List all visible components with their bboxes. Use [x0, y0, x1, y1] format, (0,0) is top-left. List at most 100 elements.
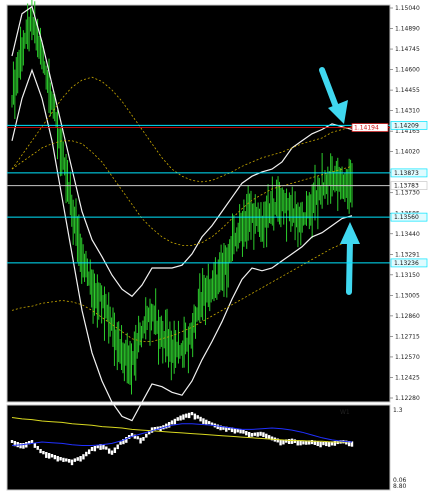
- indicator-footer: 8.80: [393, 483, 407, 490]
- indicator-bar: [139, 437, 142, 444]
- price-axis-label: 1.14745: [395, 46, 420, 53]
- level-tag-label: 1.14194: [354, 125, 379, 132]
- indicator-bar: [202, 418, 205, 424]
- indicator-bar: [145, 433, 148, 438]
- indicator-bar: [56, 456, 59, 462]
- indicator-bar: [176, 417, 179, 421]
- level-tag-label: 1.13560: [394, 214, 419, 221]
- indicator-bar: [36, 446, 39, 450]
- indicator-bar: [70, 459, 74, 466]
- price-axis-label: 1.14890: [395, 26, 420, 33]
- price-axis-label: 1.12715: [395, 333, 420, 340]
- indicator-bar: [85, 451, 88, 457]
- indicator-bar: [167, 422, 171, 428]
- indicator-bar: [67, 459, 71, 463]
- indicator-bar: [42, 451, 45, 455]
- price-axis-label: 1.12425: [395, 374, 420, 381]
- indicator-bar: [287, 439, 291, 444]
- indicator-bar: [110, 450, 114, 455]
- price-axis-label: 1.14600: [395, 67, 420, 74]
- price-axis-label: 1.12860: [395, 313, 420, 320]
- indicator-bar: [79, 456, 82, 462]
- indicator-bar: [102, 444, 105, 450]
- indicator-bar: [59, 457, 62, 461]
- indicator-bar: [325, 441, 328, 447]
- indicator-bar: [142, 437, 145, 441]
- level-tag-label: 1.13873: [394, 170, 419, 177]
- indicator-bar: [199, 416, 202, 422]
- indicator-label: W1: [340, 409, 350, 416]
- indicator-bar: [45, 452, 48, 458]
- indicator-bar: [76, 457, 79, 461]
- indicator-bar: [247, 432, 251, 438]
- price-axis-label: 1.13440: [395, 231, 420, 238]
- indicator-bar: [262, 432, 265, 438]
- indicator-bar: [259, 431, 262, 436]
- indicator-bar: [270, 436, 274, 441]
- indicator-bar: [107, 448, 111, 454]
- indicator-bar: [299, 441, 302, 446]
- price-axis-label: 1.15040: [395, 5, 420, 12]
- indicator-bar: [316, 441, 319, 447]
- indicator-bar: [119, 441, 122, 445]
- indicator-axis: 1.30.06: [393, 407, 407, 484]
- indicator-bar: [196, 415, 199, 419]
- indicator-bar: [87, 449, 91, 455]
- indicator-bar: [125, 437, 128, 443]
- indicator-bar: [205, 419, 208, 425]
- indicator-bar: [65, 458, 68, 462]
- price-axis-label: 1.12280: [395, 395, 420, 402]
- price-axis-label: 1.14455: [395, 87, 420, 94]
- indicator-bar: [179, 415, 182, 421]
- indicator-bar: [190, 412, 194, 416]
- indicator-bar: [250, 433, 254, 437]
- price-axis-label: 1.13291: [395, 251, 420, 258]
- indicator-bar: [187, 412, 191, 419]
- indicator-axis-label: 1.3: [393, 407, 403, 414]
- indicator-bar: [113, 447, 117, 453]
- indicator-bar: [47, 453, 51, 459]
- indicator-bar: [319, 441, 322, 448]
- indicator-bar: [239, 429, 242, 434]
- indicator-bar: [265, 433, 268, 439]
- arrow-up: [346, 237, 353, 295]
- indicator-bar: [105, 446, 108, 450]
- indicator-bar: [182, 414, 185, 420]
- indicator-bar: [185, 413, 188, 418]
- level-tag-label: 1.13236: [394, 260, 419, 267]
- indicator-bar: [173, 418, 177, 425]
- indicator-bar: [310, 440, 314, 445]
- indicator-bar: [62, 457, 65, 462]
- indicator-bar: [30, 440, 34, 444]
- indicator-bar: [253, 432, 257, 436]
- indicator-bar: [165, 423, 168, 429]
- indicator-bar: [207, 421, 211, 425]
- indicator-bar: [327, 441, 331, 447]
- indicator-bar: [116, 444, 119, 450]
- chart-container: 1.15040 1.14890 1.14745 1.14600 1.14455 1.143…: [0, 0, 430, 500]
- indicator-bar: [22, 443, 25, 449]
- indicator-bar: [73, 458, 77, 462]
- indicator-bar: [293, 439, 297, 443]
- level-tag-label: 1.14209: [394, 122, 419, 129]
- price-axis-label: 1.13730: [395, 190, 420, 197]
- indicator-bar: [256, 432, 259, 437]
- price-axis-label: 1.14020: [395, 149, 420, 156]
- price-axis-label: 1.13150: [395, 272, 420, 279]
- chart-svg: 1.15040 1.14890 1.14745 1.14600 1.14455 1.143…: [6, 0, 428, 491]
- indicator-bar: [193, 413, 197, 420]
- indicator-bar: [136, 436, 139, 440]
- indicator-bar: [53, 455, 57, 460]
- indicator-bar: [302, 441, 305, 445]
- indicator-bar: [242, 430, 245, 434]
- indicator-bar: [93, 446, 97, 452]
- level-tag-label: 1.13783: [394, 183, 419, 190]
- indicator-bar: [322, 442, 325, 446]
- price-axis-label: 1.14310: [395, 108, 420, 115]
- price-panel: [6, 4, 391, 403]
- indicator-bar: [82, 454, 85, 460]
- indicator-bar: [216, 424, 219, 430]
- indicator-bar: [10, 440, 14, 443]
- price-axis-label: 1.12570: [395, 354, 420, 361]
- indicator-bar: [39, 449, 42, 454]
